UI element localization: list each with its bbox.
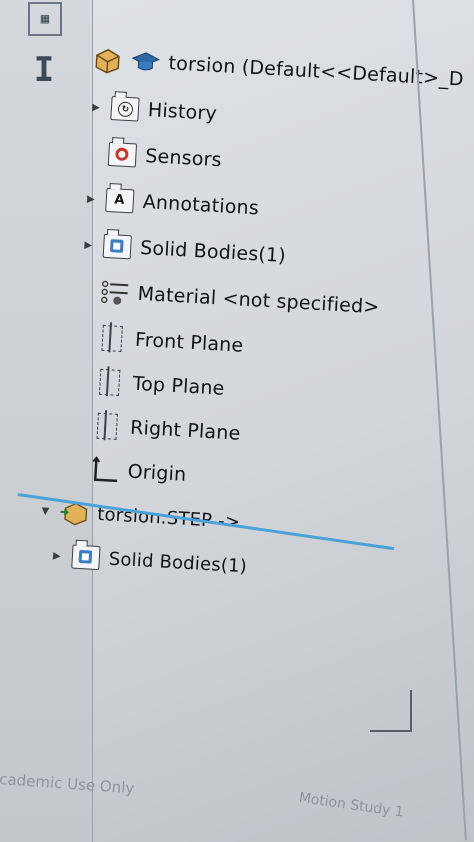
- sensors-icon: ●: [107, 140, 139, 170]
- tree-item-label: Origin: [127, 460, 187, 486]
- tree-item-origin[interactable]: Origin: [89, 452, 187, 491]
- tree-root-part[interactable]: torsion (Default<<Default>_D: [92, 42, 465, 97]
- tree-item-front-plane[interactable]: Front Plane: [96, 321, 244, 363]
- origin-icon: [89, 455, 121, 485]
- graduation-cap-icon: [130, 47, 162, 77]
- history-icon: ↻: [109, 94, 141, 124]
- property-manager-tab-icon[interactable]: I: [24, 50, 64, 90]
- tree-item-label: Annotations: [142, 190, 260, 220]
- solid-bodies-icon: ■: [102, 232, 134, 262]
- tree-item-annotations[interactable]: ▶ A Annotations: [84, 182, 260, 226]
- tree-item-step-solid-bodies[interactable]: ▶ ■ Solid Bodies(1): [50, 538, 248, 583]
- tree-item-label: Solid Bodies(1): [139, 236, 287, 267]
- tree-item-label: Right Plane: [129, 416, 242, 445]
- tree-item-material[interactable]: Material <not specified>: [99, 275, 381, 325]
- solidworks-window: ▦ I torsion (Default<<Default>_D ▶ ↻ His…: [0, 0, 474, 842]
- plane-icon: [94, 368, 126, 398]
- tree-item-label: Top Plane: [132, 372, 226, 400]
- expand-arrow-icon[interactable]: ▶: [90, 101, 103, 113]
- annotations-icon: A: [104, 186, 136, 216]
- tree-item-label: Solid Bodies(1): [108, 548, 248, 577]
- tree-item-history[interactable]: ▶ ↻ History: [89, 90, 218, 131]
- tree-item-label: Sensors: [144, 145, 223, 172]
- part-name: torsion (Default<<Default>_D: [167, 52, 465, 91]
- tree-item-label: Material <not specified>: [137, 282, 381, 319]
- expand-arrow-icon[interactable]: ▶: [82, 239, 95, 251]
- solid-bodies-icon: ■: [70, 542, 102, 572]
- plane-icon: [96, 324, 128, 354]
- tree-item-sensors[interactable]: ● Sensors: [106, 137, 222, 177]
- tree-item-solid-bodies[interactable]: ▶ ■ Solid Bodies(1): [81, 228, 286, 273]
- tree-item-top-plane[interactable]: Top Plane: [94, 365, 226, 406]
- material-icon: [99, 278, 131, 308]
- part-icon: [92, 45, 124, 75]
- collapse-arrow-icon[interactable]: ▼: [39, 505, 52, 517]
- expand-arrow-icon[interactable]: ▶: [85, 193, 98, 205]
- tree-item-right-plane[interactable]: Right Plane: [91, 408, 241, 450]
- expand-arrow-icon[interactable]: ▶: [51, 550, 64, 562]
- tree-item-label: History: [147, 99, 218, 125]
- sketch-tab-icon[interactable]: ▦: [28, 2, 62, 36]
- tree-item-label: Front Plane: [134, 328, 244, 357]
- reference-triad-icon: [370, 690, 420, 740]
- plane-icon: [91, 411, 123, 441]
